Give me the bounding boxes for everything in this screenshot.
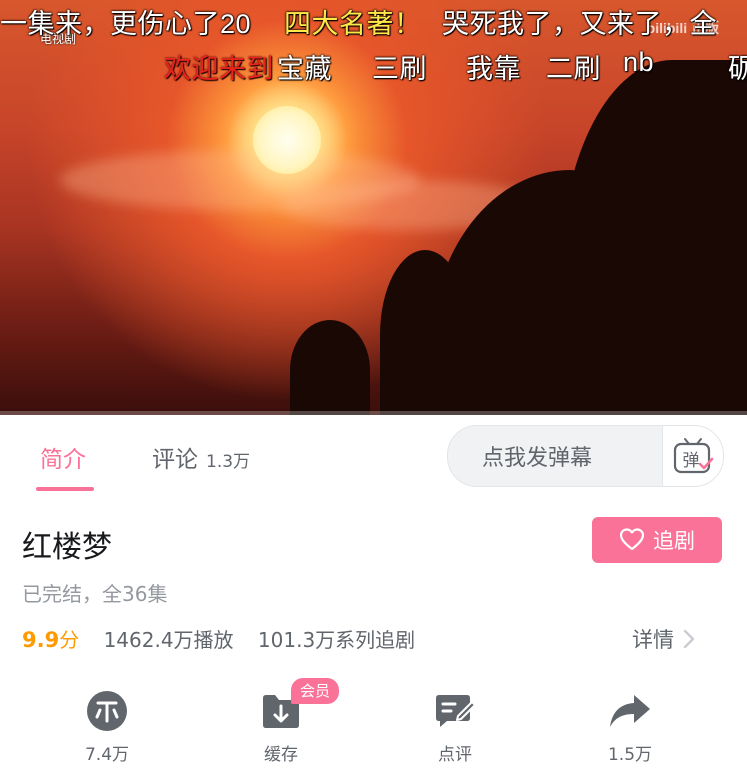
tab-comments-count: 1.3万 (206, 452, 251, 472)
review-label: 点评 (438, 745, 472, 765)
tab-comments[interactable]: 评论 1.3万 (152, 440, 250, 474)
danmaku-comment: 四大名著！ (284, 9, 422, 39)
danmaku-comment: 哭死我了，又来了，全 (442, 9, 717, 39)
series-follow-count: 101.3万系列追剧 (257, 628, 416, 652)
tab-intro-label: 简介 (40, 447, 86, 473)
coin-button[interactable]: 7.4万 (57, 688, 157, 768)
episode-status: 已完结，全36集 (22, 582, 168, 606)
details-link[interactable]: 详情 (632, 624, 696, 654)
danmaku-comment: 三刷 (372, 54, 427, 84)
danmaku-toggle-text: 弹 (683, 451, 700, 471)
follow-button-label: 追剧 (653, 529, 695, 553)
video-player[interactable]: 电视剧 bilibili 正版 一集来，更伤心了20 四大名著！ 哭死我了，又来… (0, 0, 747, 415)
review-button[interactable]: 点评 (405, 688, 505, 768)
follow-button[interactable]: 追剧 (592, 517, 722, 563)
danmaku-input[interactable]: 点我发弹幕 弹 (447, 425, 724, 487)
danmaku-comment: 砺 (728, 54, 747, 84)
danmaku-input-placeholder: 点我发弹幕 (482, 446, 593, 471)
danmaku-toggle-icon: 弹 (673, 438, 714, 474)
danmaku-comment: nb (623, 47, 655, 77)
share-button[interactable]: 1.5万 (580, 688, 680, 768)
rating-unit: 分 (59, 628, 80, 652)
sun (253, 106, 321, 174)
download-label: 缓存 (264, 745, 298, 765)
play-count: 1462.4万播放 (103, 628, 234, 652)
chevron-right-icon (683, 629, 695, 649)
stats-row: 9.9分 1462.4万播放 101.3万系列追剧 (22, 624, 415, 653)
tab-comments-label: 评论 (152, 447, 198, 473)
danmaku-comment: 宝藏 (277, 54, 332, 84)
vip-badge: 会员 (291, 678, 340, 704)
danmaku-toggle-button[interactable]: 弹 (662, 426, 723, 486)
danmaku-comment: 我靠 (466, 54, 521, 84)
danmaku-comment: 一集来，更伤心了20 (0, 9, 252, 39)
tab-intro[interactable]: 简介 (40, 440, 86, 474)
share-icon (610, 695, 650, 727)
coin-count: 7.4万 (84, 745, 130, 765)
review-icon (436, 695, 476, 727)
details-link-label: 详情 (632, 628, 674, 652)
danmaku-comment: 欢迎来到 (164, 54, 274, 84)
mountain-silhouette (380, 250, 470, 415)
tab-active-indicator (36, 487, 94, 491)
share-count: 1.5万 (607, 745, 653, 765)
rating-score: 9.9 (22, 628, 60, 652)
danmaku-comment: 二刷 (546, 54, 601, 84)
heart-icon (619, 528, 645, 551)
show-title: 红楼梦 (22, 530, 112, 565)
mountain-silhouette (290, 320, 370, 415)
coin-icon (87, 691, 127, 731)
